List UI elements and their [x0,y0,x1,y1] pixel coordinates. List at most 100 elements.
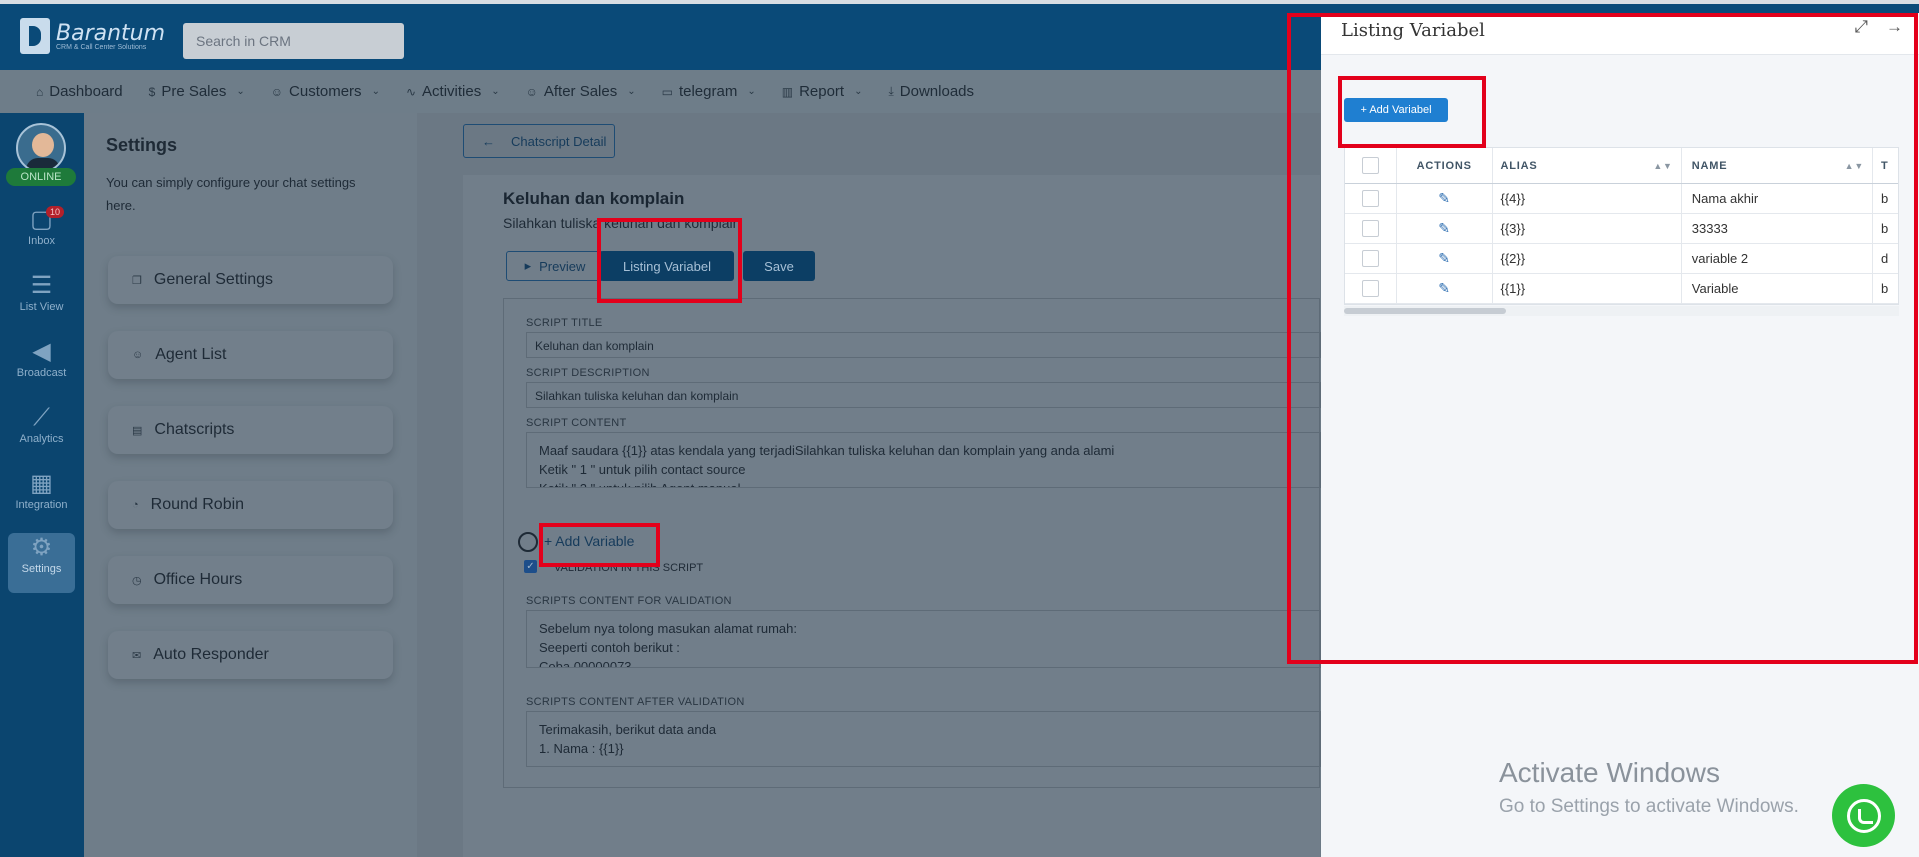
brand-name: Barantum [56,21,166,46]
chevron-down-icon: ⌄ [627,86,636,97]
nav-label: telegram [678,83,738,100]
script-content-textarea[interactable]: Maaf saudara {{1}} atas kendala yang ter… [526,432,1321,488]
script-content-label: SCRIPT CONTENT [526,417,627,429]
settings-description: You can simply configure your chat setti… [106,175,356,213]
nav-downloads[interactable]: ⤓ Downloads [888,83,974,100]
rail-label: Integration [15,499,68,511]
whatsapp-button[interactable] [1832,784,1895,847]
nav-label: Customers [289,83,362,100]
preview-button[interactable]: ▸ Preview [506,251,604,281]
rail-item-analytics[interactable]: ⟋ Analytics [8,403,75,463]
rail-item-broadcast[interactable]: ◀ Broadcast [8,337,75,397]
folder-icon: ▭ [661,84,673,99]
chart-icon: ▥ [781,84,794,99]
settings-item-label: Round Robin [150,496,245,513]
users-icon: ☺ [270,84,284,99]
chevron-down-icon: ⌄ [854,86,863,97]
settings-item-general[interactable]: ❐ General Settings [108,256,393,304]
back-to-chatscript-button[interactable]: ← Chatscript Detail [463,124,615,158]
after-validation-textarea[interactable]: Terimakasih, berikut data anda 1. Nama :… [526,711,1321,767]
chevron-down-icon: ⌄ [491,86,500,97]
avatar[interactable] [16,123,66,173]
chevron-down-icon: ⌄ [371,86,380,97]
settings-item-agent-list[interactable]: ☺ Agent List [108,331,393,379]
agent-icon: ☺ [132,349,144,361]
nav-label: Pre Sales [161,83,227,100]
card-title: Keluhan dan komplain [503,189,685,208]
settings-item-chatscripts[interactable]: ▤ Chatscripts [108,406,393,454]
chevron-down-icon: ⌄ [747,86,756,97]
script-title-input[interactable]: Keluhan dan komplain [526,332,1321,358]
play-icon: ▸ [524,258,532,273]
settings-item-label: General Settings [153,271,274,288]
settings-item-label: Chatscripts [154,421,235,438]
validation-content-textarea[interactable]: Sebelum nya tolong masukan alamat rumah:… [526,610,1321,668]
calendar-icon: ▤ [132,424,143,437]
settings-item-label: Office Hours [153,571,243,588]
chevron-down-icon: ⌄ [236,86,245,97]
main-content: ← Chatscript Detail Keluhan dan komplain… [417,113,1321,857]
emoji-icon[interactable] [518,532,538,552]
script-title-label: SCRIPT TITLE [526,317,603,329]
nav-report[interactable]: ▥ Report ⌄ [782,83,863,100]
rail-item-integration[interactable]: ▦ Integration [8,469,75,529]
analytics-icon: ⟋ [33,404,50,431]
gear-icon: ⚙ [30,534,53,561]
nav-dashboard[interactable]: ⌂ Dashboard [36,83,123,100]
nav-pre-sales[interactable]: $ Pre Sales ⌄ [149,83,245,100]
brand-logo[interactable]: Barantum CRM & Call Center Solutions [20,18,165,54]
rail-item-list-view[interactable]: ☰ List View [8,271,75,331]
settings-title: Settings [106,135,178,155]
nav-customers[interactable]: ☺ Customers ⌄ [271,83,380,100]
whatsapp-icon [1846,798,1881,833]
settings-panel: Settings You can simply configure your c… [84,113,417,857]
nav-label: Activities [422,83,482,100]
script-description-input[interactable]: Silahkan tuliska keluhan dan komplain [526,382,1321,408]
nav-label: Downloads [899,83,975,100]
activation-watermark-subtitle: Go to Settings to activate Windows. [1499,796,1799,817]
rail-label: Inbox [28,235,55,247]
highlight-add-variable [539,523,660,567]
settings-item-office-hours[interactable]: ◷ Office Hours [108,556,393,604]
rail-item-settings[interactable]: ⚙ Settings [8,533,75,593]
rail-label: Analytics [19,433,64,445]
nav-label: Dashboard [49,83,123,100]
timer-icon: ◔ [132,499,139,511]
brand-logo-mark [20,18,50,54]
after-validation-label: SCRIPTS CONTENT AFTER VALIDATION [526,696,745,708]
preview-label: Preview [539,258,586,274]
validation-content-label: SCRIPTS CONTENT FOR VALIDATION [526,595,732,607]
settings-item-auto-responder[interactable]: ✉ Auto Responder [108,631,393,679]
inbox-count-badge: 10 [46,206,65,218]
window-icon: ❐ [132,274,142,287]
settings-item-label: Agent List [155,346,227,363]
rail-item-inbox[interactable]: ▢ 10 Inbox [8,205,75,265]
highlight-add-variabel-button [1338,76,1486,148]
list-icon: ☰ [30,272,53,299]
rail-label: List View [19,301,64,313]
highlight-listing-button [597,218,742,303]
settings-item-round-robin[interactable]: ◔ Round Robin [108,481,393,529]
megaphone-icon: ◀ [32,338,51,365]
nav-after-sales[interactable]: ☺ After Sales ⌄ [526,83,636,100]
mail-icon: ✉ [132,649,142,662]
save-button[interactable]: Save [743,251,815,281]
status-badge[interactable]: ONLINE [6,168,76,186]
activity-icon: ∿ [405,84,417,99]
arrow-left-icon: ← [482,133,495,149]
search-input[interactable]: Search in CRM [183,23,404,59]
chatscript-card: Keluhan dan komplain Silahkan tuliska ke… [463,175,1321,857]
chat-icon: ▢ [30,206,53,233]
nav-activities[interactable]: ∿ Activities ⌄ [406,83,500,100]
script-description-label: SCRIPT DESCRIPTION [526,367,650,379]
users-icon: ☺ [525,84,538,99]
settings-item-label: Auto Responder [153,646,269,663]
nav-label: After Sales [543,83,618,100]
download-icon: ⤓ [888,84,894,98]
back-label: Chatscript Detail [511,133,607,149]
grid-icon: ▦ [30,470,53,497]
home-icon: ⌂ [36,84,44,99]
validation-checkbox[interactable]: ✓ [524,560,537,573]
nav-telegram[interactable]: ▭ telegram ⌄ [662,83,756,100]
activation-watermark-title: Activate Windows [1499,757,1720,788]
